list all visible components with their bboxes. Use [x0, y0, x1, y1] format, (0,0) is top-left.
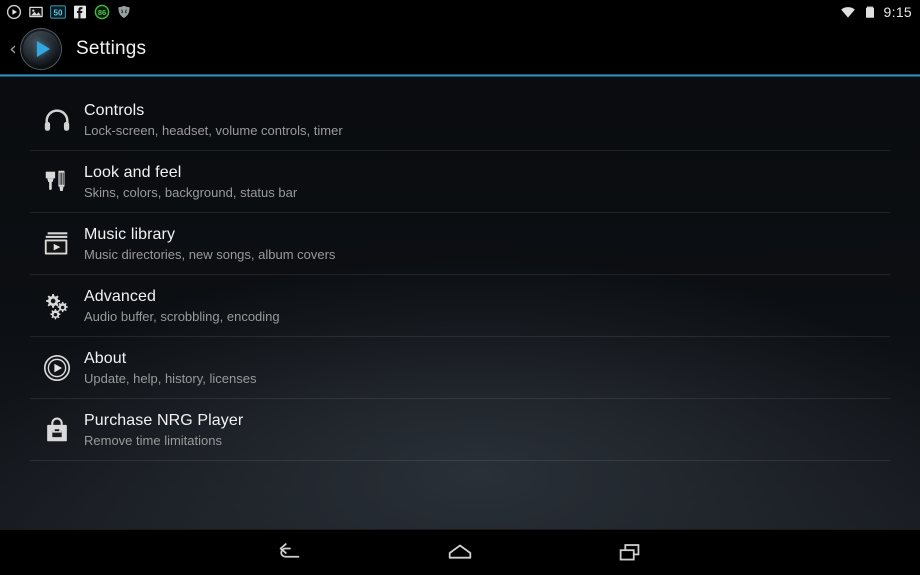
back-nav-icon[interactable] [260, 533, 320, 573]
settings-item-subtitle: Audio buffer, scrobbling, encoding [84, 308, 280, 324]
settings-item-subtitle: Update, help, history, licenses [84, 370, 257, 386]
settings-item-advanced[interactable]: Advanced Audio buffer, scrobbling, encod… [30, 275, 890, 337]
settings-item-title: Music library [84, 225, 176, 243]
battery-icon [862, 4, 878, 20]
counter-86-badge-label: 86 [98, 8, 106, 17]
counter-50-badge-label: 50 [54, 8, 63, 17]
android-screen: 50 86 9:15 ‹ Settings Controls Lock-scre… [0, 0, 920, 575]
settings-item-text: Purchase NRG Player Remove time limitati… [84, 410, 243, 450]
settings-item-title: About [84, 349, 127, 367]
music-library-icon [30, 224, 84, 264]
recents-nav-icon[interactable] [600, 533, 660, 573]
settings-item-text: Look and feel Skins, colors, background,… [84, 162, 297, 202]
home-nav-icon[interactable] [430, 533, 490, 573]
settings-item-text: Controls Lock-screen, headset, volume co… [84, 100, 343, 140]
settings-item-subtitle: Music directories, new songs, album cove… [84, 246, 336, 262]
wifi-icon [840, 4, 856, 20]
settings-item-text: Music library Music directories, new son… [84, 224, 335, 264]
settings-item-controls[interactable]: Controls Lock-screen, headset, volume co… [30, 89, 890, 151]
settings-item-title: Look and feel [84, 163, 182, 181]
settings-item-title: Advanced [84, 287, 156, 305]
settings-item-subtitle: Remove time limitations [84, 432, 222, 448]
counter-50-badge-icon: 50 [50, 4, 66, 20]
settings-item-text: Advanced Audio buffer, scrobbling, encod… [84, 286, 280, 326]
page-title: Settings [76, 38, 147, 59]
shield-notification-icon [116, 4, 132, 20]
action-bar: ‹ Settings [0, 24, 920, 74]
settings-item-subtitle: Skins, colors, background, status bar [84, 184, 298, 200]
status-bar-notifications: 50 86 [6, 4, 132, 20]
up-chevron-icon[interactable]: ‹ [6, 39, 20, 59]
status-bar-system: 9:15 [840, 4, 912, 20]
image-notification-icon [28, 4, 44, 20]
gears-icon [30, 286, 84, 326]
play-circle-icon [30, 348, 84, 388]
play-circle-notification-icon [6, 4, 22, 20]
settings-item-music-library[interactable]: Music library Music directories, new son… [30, 213, 890, 275]
settings-item-title: Controls [84, 101, 145, 119]
status-bar: 50 86 9:15 [0, 0, 920, 24]
android-navigation-bar [0, 529, 920, 575]
counter-86-badge-icon: 86 [94, 4, 110, 20]
headphones-icon [30, 100, 84, 140]
settings-item-purchase[interactable]: Purchase NRG Player Remove time limitati… [30, 399, 890, 461]
settings-item-about[interactable]: About Update, help, history, licenses [30, 337, 890, 399]
logo-play-triangle [36, 41, 50, 57]
facebook-notification-icon [72, 4, 88, 20]
settings-item-look-and-feel[interactable]: Look and feel Skins, colors, background,… [30, 151, 890, 213]
settings-list: Controls Lock-screen, headset, volume co… [0, 89, 920, 461]
paintbrush-icon [30, 162, 84, 202]
settings-content: Controls Lock-screen, headset, volume co… [0, 77, 920, 529]
settings-item-subtitle: Lock-screen, headset, volume controls, t… [84, 122, 343, 138]
settings-item-text: About Update, help, history, licenses [84, 348, 256, 388]
nrg-player-logo-icon[interactable] [21, 29, 61, 69]
settings-item-title: Purchase NRG Player [84, 411, 244, 429]
shopping-bag-icon [30, 410, 84, 450]
status-bar-clock: 9:15 [883, 4, 912, 20]
